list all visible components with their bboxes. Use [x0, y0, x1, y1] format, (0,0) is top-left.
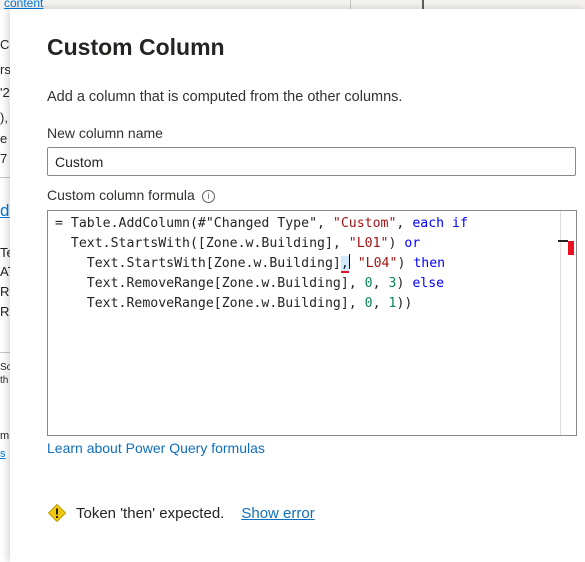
background-text: m: [0, 430, 10, 442]
show-error-link[interactable]: Show error: [241, 505, 314, 522]
error-squiggle: ,: [340, 256, 349, 273]
background-link: d: [0, 201, 10, 220]
editor-scrollbar[interactable]: [558, 211, 576, 435]
info-icon[interactable]: i: [201, 190, 215, 203]
warning-icon: [47, 503, 67, 523]
background-divider: [0, 352, 10, 353]
background-link: s: [0, 448, 6, 460]
formula-line: = Table.AddColumn(#"Changed Type", "Cust…: [55, 216, 468, 231]
custom-column-dialog: Custom Column Add a column that is compu…: [10, 9, 585, 562]
new-column-name-input[interactable]: [47, 147, 576, 176]
scrollbar-error-marker: [568, 241, 574, 255]
formula-line: Text.StartsWith([Zone.w.Building], "L01"…: [55, 236, 421, 251]
background-text: 7: [0, 151, 8, 166]
learn-power-query-link[interactable]: Learn about Power Query formulas: [47, 440, 265, 456]
formula-code[interactable]: = Table.AddColumn(#"Changed Type", "Cust…: [55, 214, 468, 314]
background-text: R: [0, 284, 10, 299]
formula-editor[interactable]: = Table.AddColumn(#"Changed Type", "Cust…: [47, 210, 577, 436]
background-text: e: [0, 131, 8, 146]
scrollbar-cursor-marker: [558, 240, 568, 242]
new-column-name-label: New column name: [47, 125, 163, 141]
background-divider: [0, 177, 10, 178]
custom-column-formula-label: Custom column formula: [47, 187, 195, 203]
formula-label-row: Custom column formula i: [47, 187, 215, 203]
error-message: Token 'then' expected.: [76, 504, 225, 522]
background-text: ),: [0, 110, 8, 125]
formula-line: Text.RemoveRange[Zone.w.Building], 0, 1)…: [55, 296, 413, 311]
background-text: th: [0, 375, 9, 386]
formula-line: Text.StartsWith[Zone.w.Building], "L04")…: [55, 254, 446, 273]
formula-line: Text.RemoveRange[Zone.w.Building], 0, 3)…: [55, 276, 445, 291]
background-text: '2: [0, 85, 10, 100]
error-message-row: Token 'then' expected. Show error: [47, 503, 315, 523]
dialog-description: Add a column that is computed from the o…: [47, 89, 403, 105]
dialog-title: Custom Column: [47, 34, 225, 60]
background-text: C: [0, 37, 10, 52]
background-text: R: [0, 304, 10, 319]
